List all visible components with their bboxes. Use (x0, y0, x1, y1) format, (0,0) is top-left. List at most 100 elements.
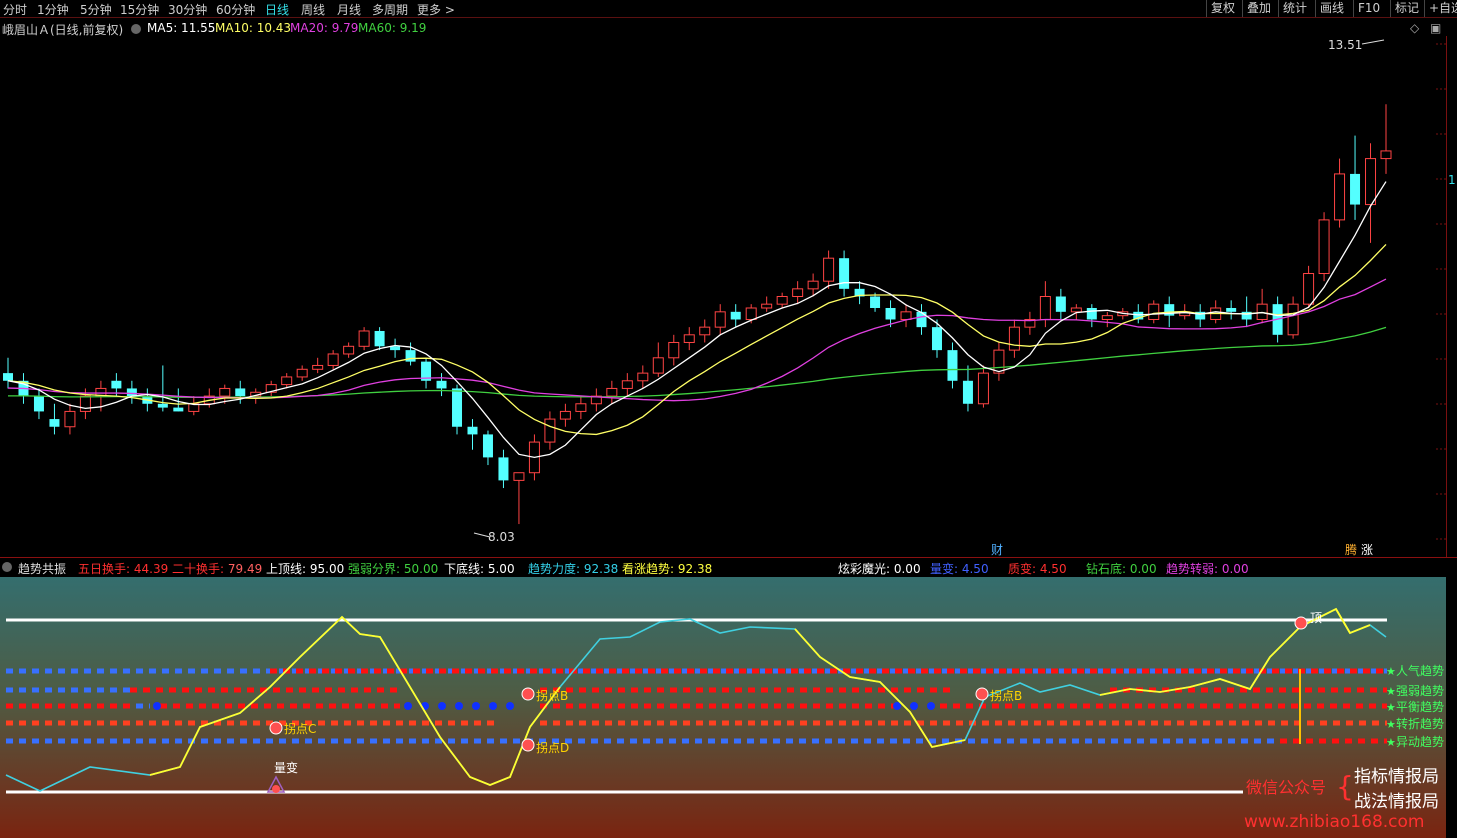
candle (436, 373, 447, 397)
svg-text:★: ★ (1386, 736, 1396, 749)
indicator-name[interactable]: 趋势共振 (18, 560, 66, 577)
candle (900, 304, 912, 328)
indicator-legend-label: 趋势转弱: (1166, 562, 1222, 576)
indicator-dropdown-icon[interactable] (2, 562, 12, 572)
point-d-label: 拐点D (536, 740, 569, 755)
trend-resonance-indicator[interactable]: 拐点C 拐点B 拐点D 拐点B 顶 量变 人气趋势 强弱趋势 平衡趋势 转折趋势… (0, 577, 1457, 838)
indicator-legend-value: 92.38 (677, 562, 713, 576)
candle (931, 319, 942, 358)
panel-separator (0, 557, 1457, 558)
indicator-legend-label: 量变: (930, 562, 962, 576)
period-tab-5min[interactable]: 5分钟 (80, 1, 112, 18)
candles (3, 104, 1392, 525)
period-tab-fenshi[interactable]: 分时 (3, 1, 27, 18)
period-tab-multi[interactable]: 多周期 (372, 1, 408, 18)
candle (513, 472, 525, 525)
candle (482, 430, 493, 466)
indicator-legend-value: 4.50 (961, 562, 989, 576)
candle (668, 334, 680, 366)
point-b2-label: 拐点B (990, 688, 1022, 703)
candle (730, 304, 741, 328)
candle (1008, 319, 1020, 358)
ma10-line (7, 243, 1387, 436)
overlay-button[interactable]: 叠加 (1242, 0, 1275, 17)
candle (839, 250, 850, 297)
period-tab-15min[interactable]: 15分钟 (120, 1, 159, 18)
indicator-legend-value: 0.00 (1221, 562, 1249, 576)
marker-cai[interactable]: 财 (991, 543, 1003, 557)
period-tab-60min[interactable]: 60分钟 (216, 1, 255, 18)
candle (1318, 212, 1330, 282)
candle (637, 365, 649, 389)
indicator-legend-item: 趋势力度: 92.38 (528, 560, 618, 577)
window-icon[interactable]: ▣ (1430, 21, 1441, 35)
price-axis-value: 1 (1448, 173, 1456, 187)
candle (714, 304, 726, 335)
indicator-legend-value: 44.39 (133, 562, 169, 576)
top-signal-label: 顶 (1310, 611, 1322, 625)
candle (343, 342, 355, 358)
candlestick-chart[interactable]: 13.51 8.03 财 腾 涨 1 (0, 36, 1457, 557)
draw-line-button[interactable]: 画线 (1315, 0, 1348, 17)
indicator-legend-value: 0.00 (893, 562, 921, 576)
indicator-legend-value: 92.38 (583, 562, 619, 576)
candle (3, 357, 13, 389)
candle (452, 384, 463, 435)
price-grid (1436, 43, 1446, 540)
candle (265, 380, 277, 397)
candle (1256, 288, 1268, 324)
ma10-label: MA10: 10.43 (215, 21, 292, 35)
candle (49, 403, 60, 435)
trend-label-balance: 平衡趋势 (1396, 700, 1444, 714)
marker-teng[interactable]: 腾 (1345, 542, 1357, 557)
fuquan-button[interactable]: 复权 (1206, 0, 1239, 17)
period-tab-30min[interactable]: 30分钟 (168, 1, 207, 18)
candle (590, 388, 602, 412)
candle (606, 380, 618, 404)
indicator-legend-label: 上顶线: (266, 562, 310, 576)
indicator-legend-label: 趋势力度: (528, 562, 584, 576)
period-tab-weekly[interactable]: 周线 (301, 1, 325, 18)
balance-dot (506, 702, 514, 710)
liangbian-label: 量变 (274, 760, 298, 775)
legend-dropdown-icon[interactable] (131, 24, 141, 34)
stats-button[interactable]: 统计 (1278, 0, 1311, 17)
period-toolbar: 分时 1分钟 5分钟 15分钟 30分钟 60分钟 日线 周线 月线 多周期 更… (0, 0, 1457, 18)
period-tab-more[interactable]: 更多 > (417, 1, 455, 18)
trend-label-strength: 强弱趋势 (1396, 684, 1444, 698)
candle (390, 338, 401, 358)
candle (188, 396, 200, 416)
indicator-legend-label: 看涨趋势: (622, 562, 678, 576)
indicator-legend-item: 质变: 4.50 (1008, 560, 1067, 577)
indicator-legend-item: 趋势转弱: 0.00 (1166, 560, 1249, 577)
mark-button[interactable]: 标记 (1390, 0, 1423, 17)
candle (621, 373, 633, 397)
candle (374, 327, 385, 351)
add-watchlist-button[interactable]: +自选 (1424, 0, 1457, 17)
candle (854, 281, 865, 305)
candle (1133, 304, 1144, 324)
candle (823, 250, 835, 289)
candle (993, 342, 1005, 381)
candle (405, 342, 416, 366)
watermark-line1: 指标情报局 (1354, 767, 1439, 787)
indicator-legend-item: 看涨趋势: 92.38 (622, 560, 712, 577)
top-signal-icon (1294, 616, 1308, 630)
period-tab-monthly[interactable]: 月线 (337, 1, 361, 18)
high-price-pointer (1361, 39, 1385, 45)
candle (1350, 135, 1361, 220)
watermark-brace: { (1336, 770, 1354, 803)
period-tab-daily[interactable]: 日线 (265, 1, 289, 18)
point-c-icon (269, 721, 283, 735)
f10-button[interactable]: F10 (1353, 0, 1384, 17)
candle (498, 449, 509, 489)
indicator-legend-value: 5.00 (487, 562, 515, 576)
ma5-label: MA5: 11.55 (147, 21, 216, 35)
period-tab-1min[interactable]: 1分钟 (37, 1, 69, 18)
diamond-icon[interactable]: ◇ (1410, 21, 1419, 35)
marker-zhang[interactable]: 涨 (1361, 542, 1373, 557)
balance-dot (404, 702, 412, 710)
indicator-legend-label: 五日换手: (78, 562, 134, 576)
candle (1334, 158, 1346, 228)
indicator-legend-label: 下底线: (444, 562, 488, 576)
